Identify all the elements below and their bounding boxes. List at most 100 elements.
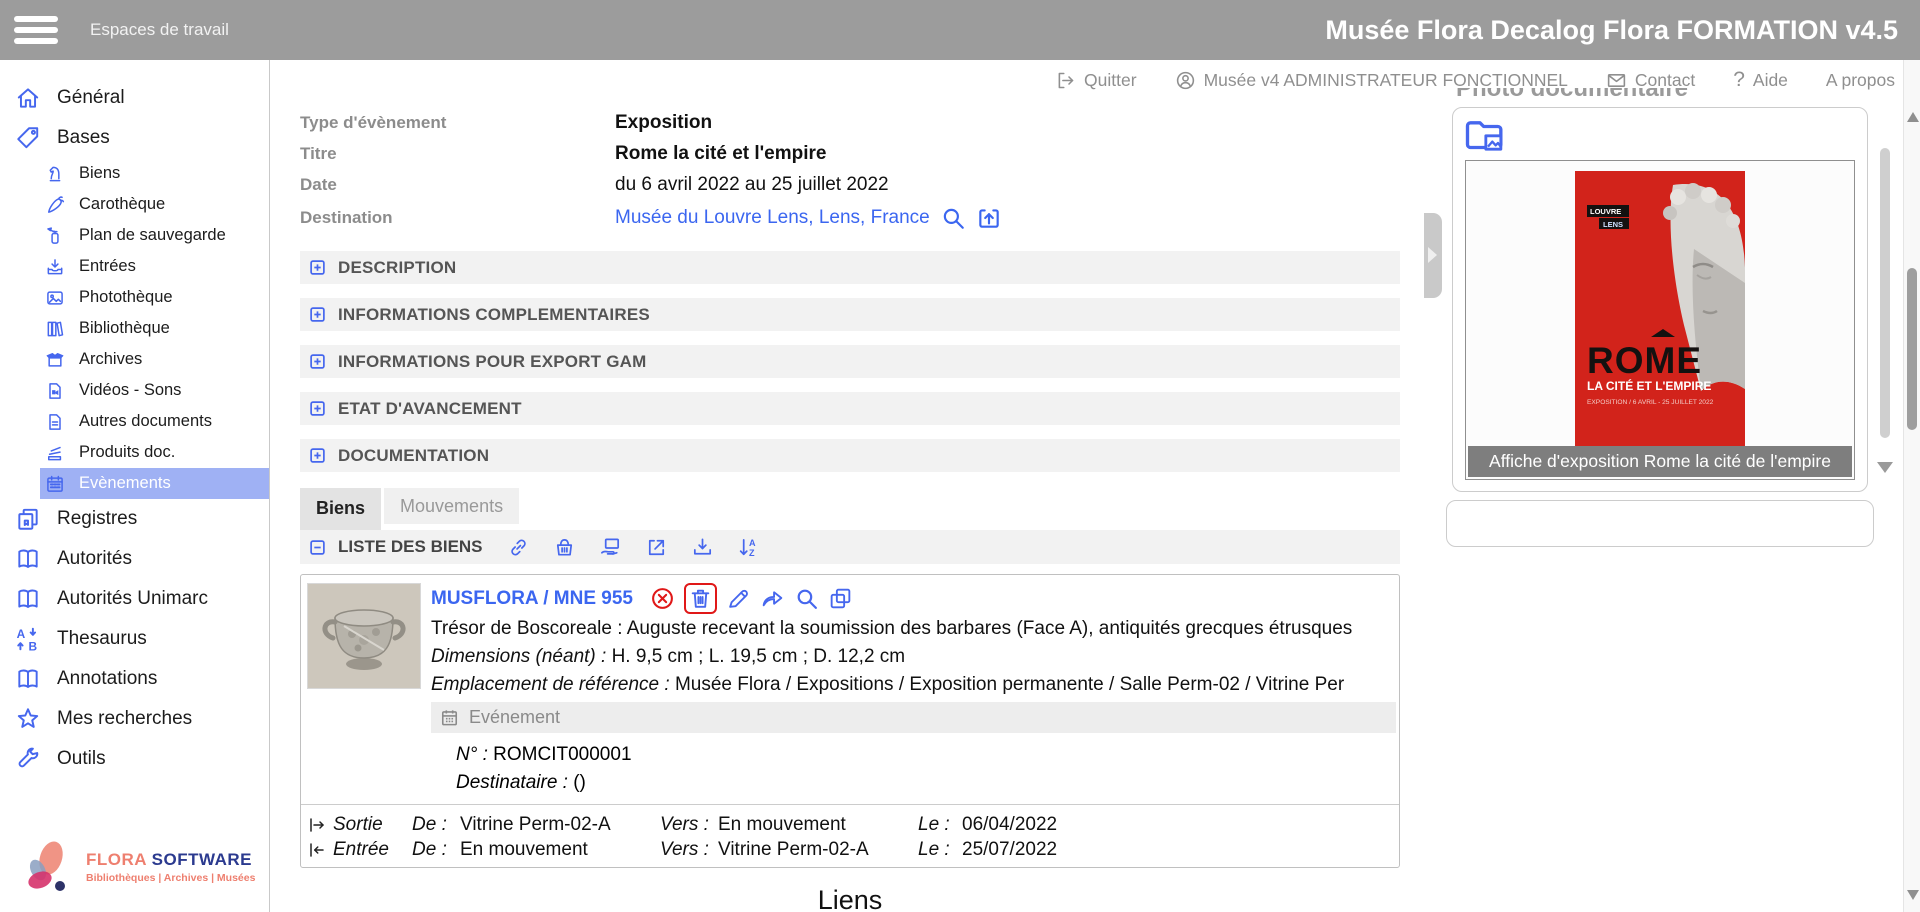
sidebar-item-entrees[interactable]: Entrées (40, 251, 269, 282)
thesaurus-icon: AB (15, 626, 41, 652)
sidebar-item-outils[interactable]: Outils (0, 739, 269, 779)
expand-plus-icon[interactable] (309, 306, 326, 323)
folder-image-icon[interactable] (1463, 115, 1507, 155)
contact-button[interactable]: Contact (1606, 70, 1695, 91)
sidebar-item-bases[interactable]: Bases (0, 118, 269, 158)
sidebar-item-label: Carothèque (79, 195, 165, 214)
sidebar-item-label: Mes recherches (57, 708, 192, 730)
sidebar-item-bibliotheque[interactable]: Bibliothèque (40, 313, 269, 344)
expand-plus-icon[interactable] (309, 353, 326, 370)
sidebar-item-label: Général (57, 87, 125, 109)
svg-text:A: A (17, 627, 26, 641)
movement-type-label: Sortie (333, 814, 383, 836)
sidebar-item-registres[interactable]: Registres (0, 499, 269, 539)
hand-screen-icon[interactable] (599, 536, 622, 559)
sidebar-item-phototheque[interactable]: Photothèque (40, 282, 269, 313)
sidebar-item-mes-recherches[interactable]: Mes recherches (0, 699, 269, 739)
download-icon[interactable] (691, 536, 714, 559)
basket-icon[interactable] (553, 536, 576, 559)
sidebar-item-label: Autorités Unimarc (57, 588, 208, 610)
section-informations-pour-export-gam[interactable]: INFORMATIONS POUR EXPORT GAM (300, 345, 1400, 378)
aide-button[interactable]: ? Aide (1733, 68, 1788, 92)
section-informations-complementaires[interactable]: INFORMATIONS COMPLEMENTAIRES (300, 298, 1400, 331)
sidebar-item-label: Outils (57, 748, 106, 770)
de-value: Vitrine Perm-02-A (460, 814, 660, 836)
section-description[interactable]: DESCRIPTION (300, 251, 1400, 284)
open-record-icon[interactable] (976, 205, 1002, 231)
search-icon[interactable] (794, 586, 819, 611)
pencil-icon[interactable] (726, 586, 751, 611)
sidebar-item-autres-documents[interactable]: Autres documents (40, 406, 269, 437)
liens-heading: Liens (300, 885, 1400, 912)
section-etat-d-avancement[interactable]: ETAT D'AVANCEMENT (300, 392, 1400, 425)
panel-scrollbar-thumb[interactable] (1880, 148, 1890, 438)
sidebar-item-plan-de-sauvegarde[interactable]: Plan de sauvegarde (40, 220, 269, 251)
sidebar-item-label: Entrées (79, 257, 136, 276)
sidebar-item-general[interactable]: Général (0, 78, 269, 118)
trash-highlight-box[interactable] (684, 583, 717, 614)
sidebar-item-archives[interactable]: Archives (40, 344, 269, 375)
workspace-label[interactable]: Espaces de travail (90, 20, 229, 40)
sidebar-item-label: Bases (57, 127, 110, 149)
search-icon[interactable] (940, 205, 966, 231)
tab-biens[interactable]: Biens (300, 488, 381, 530)
envelope-icon (1606, 70, 1627, 91)
star-icon (15, 706, 41, 732)
record-thumbnail[interactable] (307, 583, 421, 689)
sidebar-item-autorites[interactable]: Autorités (0, 539, 269, 579)
scroll-up-arrow[interactable] (1907, 112, 1919, 122)
window-scrollbar[interactable] (1903, 60, 1920, 912)
sidebar-item-annotations[interactable]: Annotations (0, 659, 269, 699)
card-divider (301, 804, 1399, 805)
de-label: De : (412, 814, 460, 836)
exhibition-poster[interactable]: LOUVRE LENS ROME LA CITÉ ET L'EMPIRE EXP… (1575, 171, 1745, 455)
destinataire-value: () (573, 772, 586, 793)
link-icon[interactable] (507, 536, 530, 559)
sidebar-item-label: Plan de sauvegarde (79, 226, 226, 245)
book-icon (15, 586, 41, 612)
sidebar-item-evenements[interactable]: Evènements (40, 468, 269, 499)
expand-plus-icon[interactable] (309, 447, 326, 464)
remove-x-icon[interactable] (650, 586, 675, 611)
record-title-link[interactable]: MUSFLORA / MNE 955 (431, 588, 633, 610)
record-dimensions: Dimensions (néant) : H. 9,5 cm ; L. 19,5… (431, 646, 1396, 668)
a-propos-button[interactable]: A propos (1826, 70, 1895, 91)
sidebar-item-biens[interactable]: Biens (40, 158, 269, 189)
books-icon (45, 319, 65, 339)
panel-scroll-down-arrow[interactable] (1877, 462, 1893, 473)
section-documentation[interactable]: DOCUMENTATION (300, 439, 1400, 472)
sidebar-item-autorites-unimarc[interactable]: Autorités Unimarc (0, 579, 269, 619)
sidebar-item-carotheque[interactable]: Carothèque (40, 189, 269, 220)
copy-icon[interactable] (828, 586, 853, 611)
sidebar-item-thesaurus[interactable]: ABThesaurus (0, 619, 269, 659)
sidebar-item-label: Annotations (57, 668, 157, 690)
user-icon (1175, 70, 1196, 91)
destination-link[interactable]: Musée du Louvre Lens, Lens, France (615, 207, 930, 229)
sidebar-item-label: Archives (79, 350, 142, 369)
sidebar-nav: Général Bases Biens Carothèque Plan de sauve… (0, 78, 269, 779)
quitter-button[interactable]: Quitter (1055, 70, 1137, 91)
hamburger-menu-icon[interactable] (14, 16, 58, 44)
calendar-icon (440, 708, 459, 727)
tab-mouvements[interactable]: Mouvements (384, 488, 519, 524)
external-link-icon[interactable] (645, 536, 668, 559)
liste-des-biens-bar[interactable]: LISTE DES BIENS AZ (300, 530, 1400, 564)
scroll-down-arrow[interactable] (1907, 890, 1919, 900)
collapsible-sections: DESCRIPTION INFORMATIONS COMPLEMENTAIRES I… (300, 251, 1400, 472)
svg-text:LENS: LENS (1603, 220, 1623, 229)
user-menu[interactable]: Musée v4 ADMINISTRATEUR FONCTIONNEL (1175, 70, 1568, 91)
sort-az-icon[interactable]: AZ (737, 536, 760, 559)
vers-label: Vers : (660, 814, 718, 836)
scrollbar-thumb[interactable] (1907, 268, 1917, 430)
photo-icon (45, 288, 65, 308)
question-mark-icon: ? (1733, 68, 1745, 92)
panel-collapse-handle[interactable] (1424, 213, 1442, 298)
sidebar-item-videos-sons[interactable]: Vidéos - Sons (40, 375, 269, 406)
collapse-minus-icon[interactable] (309, 539, 326, 556)
trash-icon[interactable] (688, 586, 713, 611)
share-icon[interactable] (760, 586, 785, 611)
record-title-row: MUSFLORA / MNE 955 (431, 583, 853, 614)
expand-plus-icon[interactable] (309, 259, 326, 276)
expand-plus-icon[interactable] (309, 400, 326, 417)
sidebar-item-produits-doc[interactable]: Produits doc. (40, 437, 269, 468)
